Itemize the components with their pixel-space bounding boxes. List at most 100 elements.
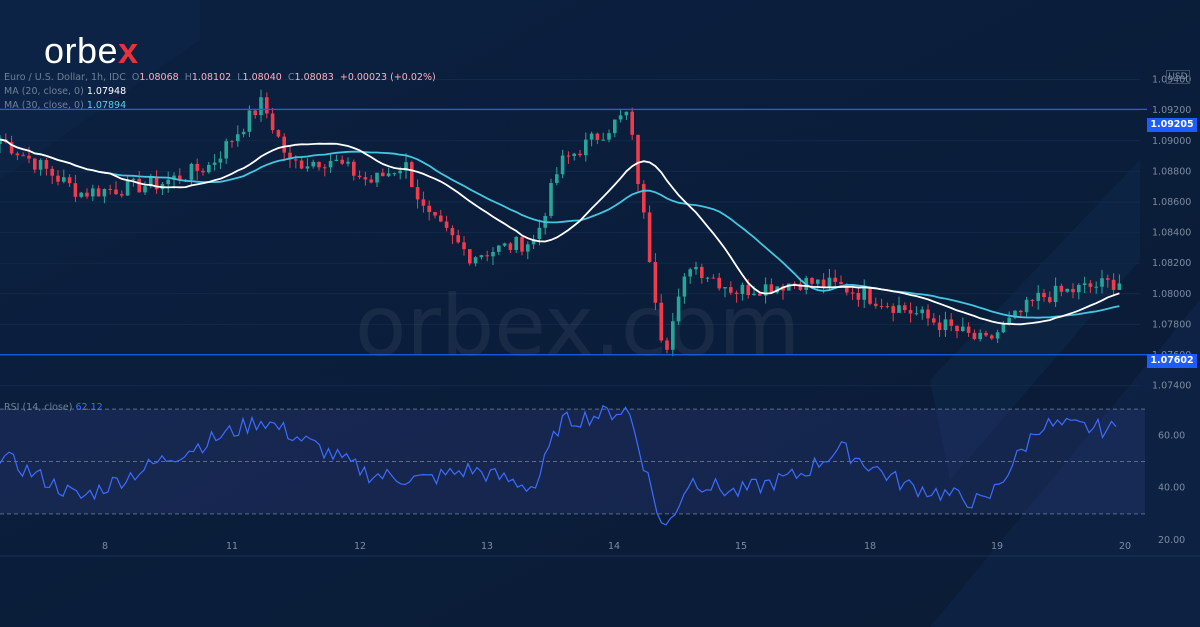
candle-body — [311, 161, 315, 167]
candle-body — [62, 177, 66, 182]
candle-body — [462, 242, 466, 250]
candle-body — [1019, 310, 1023, 313]
candle-body — [723, 287, 727, 289]
candle-body — [885, 306, 890, 308]
level-label-lower[interactable]: 1.07602 — [1147, 354, 1197, 368]
candle-body — [201, 170, 205, 173]
candle-body — [769, 284, 774, 293]
candle-body — [143, 186, 147, 193]
candle-body — [218, 158, 223, 163]
currency-badge[interactable]: USD — [1166, 70, 1190, 84]
candle-body — [1030, 299, 1035, 301]
candle-body — [56, 175, 60, 182]
candle-body — [729, 287, 733, 293]
low-value: 1.08040 — [242, 72, 282, 83]
candle-body — [67, 177, 72, 184]
y-tick-label: 1.08000 — [1152, 289, 1191, 300]
candle-body — [932, 318, 936, 323]
high-value: 1.08102 — [191, 72, 232, 83]
candle-body — [549, 183, 553, 216]
orbex-logo: orbex — [44, 30, 139, 71]
candle-body — [73, 183, 78, 197]
candle-body — [352, 161, 356, 176]
candle-body — [1077, 285, 1081, 293]
candle-body — [189, 163, 194, 180]
x-tick-label: 11 — [226, 541, 238, 552]
candle-body — [653, 262, 658, 303]
candle-body — [1059, 285, 1064, 292]
candle-body — [1065, 288, 1069, 292]
candle-body — [131, 178, 136, 180]
candle-body — [816, 279, 820, 284]
candle-body — [862, 288, 866, 300]
candle-body — [589, 133, 594, 140]
candle-body — [114, 189, 118, 195]
close-value: 1.08083 — [294, 72, 334, 83]
candle-body — [485, 255, 489, 257]
candle-body — [276, 130, 281, 137]
candle-body — [166, 179, 170, 185]
candle-body — [607, 133, 611, 140]
candle-body — [1048, 297, 1052, 303]
candle-body — [44, 160, 49, 169]
candle-body — [810, 277, 814, 284]
ma20-value: 1.07948 — [86, 86, 127, 97]
candle-body — [676, 296, 681, 322]
candle-body — [120, 194, 124, 196]
candle-body — [1100, 278, 1104, 287]
ohlc-legend: Euro / U.S. Dollar, 1h, IDC O1.08068 H1.… — [4, 72, 436, 83]
y-tick-label: 1.08200 — [1152, 258, 1191, 269]
candle-body — [1111, 279, 1116, 290]
y-tick-label: 1.08400 — [1152, 228, 1191, 239]
candle-body — [317, 161, 321, 168]
candle-body — [444, 221, 449, 228]
candle-body — [1117, 283, 1122, 290]
candle-body — [914, 313, 919, 315]
candle-body — [33, 158, 37, 170]
watermark: orbex.com — [355, 277, 800, 375]
candle-body — [740, 284, 745, 294]
candle-body — [282, 136, 286, 153]
candle-body — [839, 281, 843, 285]
candle-body — [328, 160, 333, 168]
candle-body — [572, 153, 576, 157]
ma30-value: 1.07894 — [86, 100, 127, 111]
candle-body — [752, 293, 756, 296]
y-tick-label: 1.08800 — [1152, 166, 1191, 177]
candle-body — [613, 119, 617, 134]
candle-body — [50, 168, 54, 176]
candle-body — [491, 251, 495, 257]
candle-body — [537, 227, 542, 240]
candle-body — [595, 133, 600, 140]
x-tick-label: 20 — [1119, 541, 1131, 552]
candle-body — [955, 325, 959, 332]
candle-body — [1082, 283, 1087, 286]
candle-body — [584, 139, 588, 156]
x-tick-label: 8 — [102, 541, 108, 552]
candle-body — [439, 215, 443, 222]
candle-body — [891, 306, 895, 313]
candle-body — [398, 170, 402, 174]
candle-body — [386, 173, 391, 177]
candle-body — [450, 227, 455, 236]
rsi-tick-label: 60.00 — [1158, 430, 1185, 441]
chart-canvas[interactable]: orbex.com 1.074001.076001.078001.080001.… — [0, 0, 1200, 627]
candle-body — [746, 284, 750, 295]
candle-body — [357, 175, 362, 178]
x-tick-label: 19 — [991, 541, 1003, 552]
candle-body — [868, 288, 872, 304]
candle-body — [1094, 286, 1098, 288]
y-tick-label: 1.07400 — [1152, 381, 1191, 392]
candle-body — [375, 172, 379, 183]
candle-body — [897, 305, 901, 313]
candle-body — [241, 131, 246, 135]
candle-body — [821, 279, 826, 288]
candle-body — [827, 277, 832, 288]
candle-body — [642, 184, 646, 213]
candle-body — [856, 292, 861, 300]
candle-body — [1106, 278, 1110, 280]
candle-body — [502, 243, 507, 246]
candle-body — [566, 155, 571, 157]
level-label-upper[interactable]: 1.09205 — [1147, 118, 1197, 132]
candle-body — [21, 155, 25, 157]
